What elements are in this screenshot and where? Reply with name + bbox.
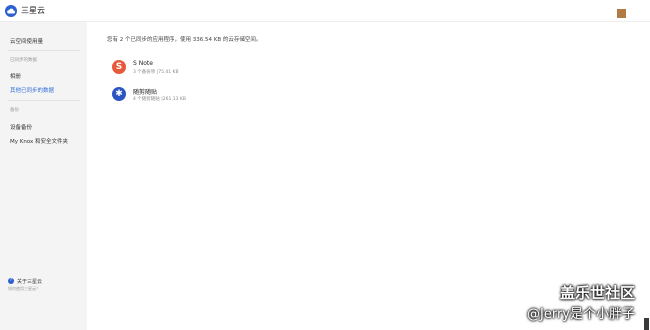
s-note-icon: S <box>112 60 126 74</box>
sidebar-section-synced: 已同步的数据 <box>10 58 37 63</box>
app-detail: 3 个备份项 |75.41 KB <box>133 70 179 75</box>
sidebar: 云空间使用量 已同步的数据 相册 其他已同步的数据 备份 设备备份 My Kno… <box>0 22 87 330</box>
app-detail: 4 个随剪随贴 |261.13 KB <box>133 97 186 102</box>
sidebar-item-album[interactable]: 相册 <box>10 72 21 80</box>
sidebar-item-other-synced[interactable]: 其他已同步的数据 <box>10 86 54 94</box>
scrollbar[interactable] <box>644 318 649 330</box>
sidebar-item-device-backup[interactable]: 设备备份 <box>10 123 32 131</box>
sync-summary: 您有 2 个已同步的应用程序，使用 336.54 KB 的云存储空间。 <box>107 37 262 43</box>
app-title: 三星云 <box>21 6 45 15</box>
watermark-author: @Jerry是个小胖子 <box>527 307 635 322</box>
how-to-use-link[interactable]: 如何使用三星云？ <box>8 286 40 292</box>
avatar[interactable] <box>617 9 626 18</box>
clipboard-icon: ✱ <box>112 87 126 101</box>
watermark-title: 盖乐世社区 <box>560 284 636 302</box>
sidebar-item-my-knox[interactable]: My Knox 和安全文件夹 <box>10 137 68 145</box>
app-name: S Note <box>133 60 153 67</box>
cloud-logo-icon <box>5 5 17 17</box>
sidebar-divider <box>8 100 80 101</box>
top-bar: 三星云 <box>0 0 650 22</box>
help-icon: ? <box>8 278 14 284</box>
sidebar-divider <box>8 50 80 51</box>
about-link[interactable]: 关于三星云 <box>17 278 42 285</box>
sidebar-item-cloud-usage[interactable]: 云空间使用量 <box>10 37 43 45</box>
app-name: 随剪随贴 <box>133 89 158 96</box>
sidebar-section-backup: 备份 <box>10 108 19 113</box>
